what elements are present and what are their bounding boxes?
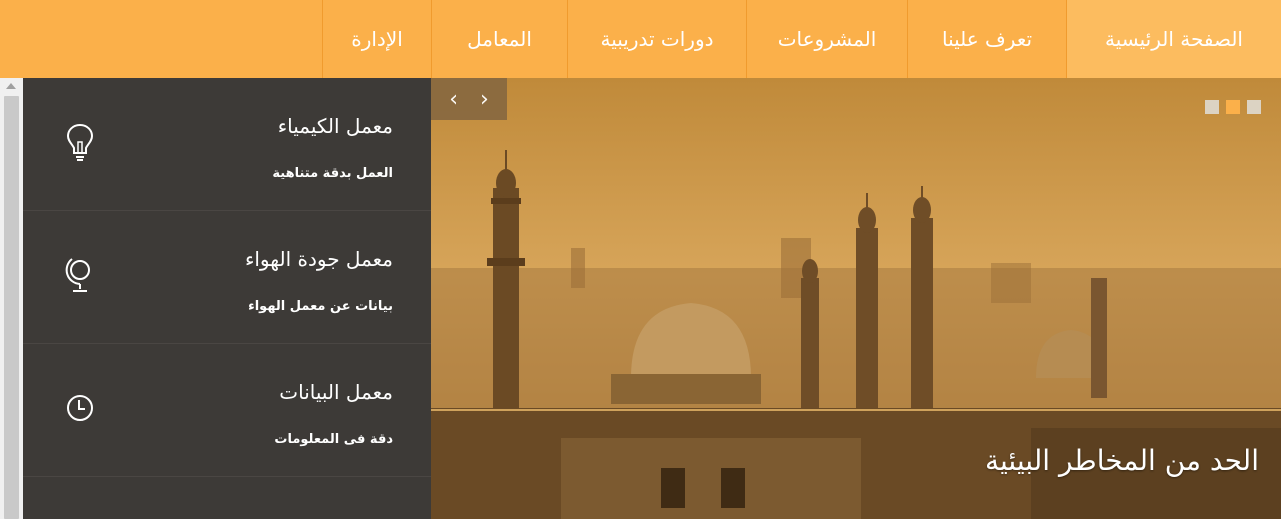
slider-dot-active[interactable] <box>1226 100 1240 114</box>
scroll-up-arrow-icon[interactable] <box>6 83 16 89</box>
labs-sidebar: معمل الكيمياء العمل بدقة متناهية معمل جو… <box>23 78 431 519</box>
lab-item-data[interactable]: معمل البيانات دقة فى المعلومات <box>23 344 431 477</box>
slider-dot[interactable] <box>1247 100 1261 114</box>
lab-subtitle: دقة فى المعلومات <box>274 432 393 447</box>
lab-title[interactable]: معمل جودة الهواء <box>245 247 393 271</box>
slider-pagination <box>1205 100 1261 114</box>
lab-item-air-quality[interactable]: معمل جودة الهواء بيانات عن معمل الهواء <box>23 211 431 344</box>
scroll-thumb[interactable] <box>4 96 19 519</box>
lab-item-chemistry[interactable]: معمل الكيمياء العمل بدقة متناهية <box>23 78 431 211</box>
lab-subtitle: العمل بدقة متناهية <box>272 166 393 181</box>
nav-admin[interactable]: الإدارة <box>322 0 431 78</box>
lightbulb-icon <box>66 123 94 161</box>
hero-slider: ‹ › الحد من المخاطر البيئية <box>431 78 1281 519</box>
lab-title[interactable]: معمل البيانات <box>279 380 393 404</box>
slider-prev-button[interactable]: ‹ <box>449 87 458 112</box>
slider-arrows: ‹ › <box>431 78 507 120</box>
vertical-scrollbar[interactable] <box>0 78 23 519</box>
slider-dot[interactable] <box>1205 100 1219 114</box>
top-navbar: الصفحة الرئيسية تعرف علينا المشروعات دور… <box>0 0 1281 78</box>
nav-training[interactable]: دورات تدريبية <box>567 0 746 78</box>
nav-home[interactable]: الصفحة الرئيسية <box>1066 0 1281 78</box>
nav-labs[interactable]: المعامل <box>431 0 567 78</box>
globe-icon <box>65 258 90 292</box>
slide-caption: الحد من المخاطر البيئية <box>984 444 1259 477</box>
clock-icon <box>67 395 93 421</box>
lab-subtitle: بيانات عن معمل الهواء <box>248 299 393 314</box>
nav-projects[interactable]: المشروعات <box>746 0 907 78</box>
nav-about[interactable]: تعرف علينا <box>907 0 1066 78</box>
slider-next-button[interactable]: › <box>480 87 489 112</box>
caption-divider <box>431 409 1281 411</box>
lab-title[interactable]: معمل الكيمياء <box>278 114 393 138</box>
